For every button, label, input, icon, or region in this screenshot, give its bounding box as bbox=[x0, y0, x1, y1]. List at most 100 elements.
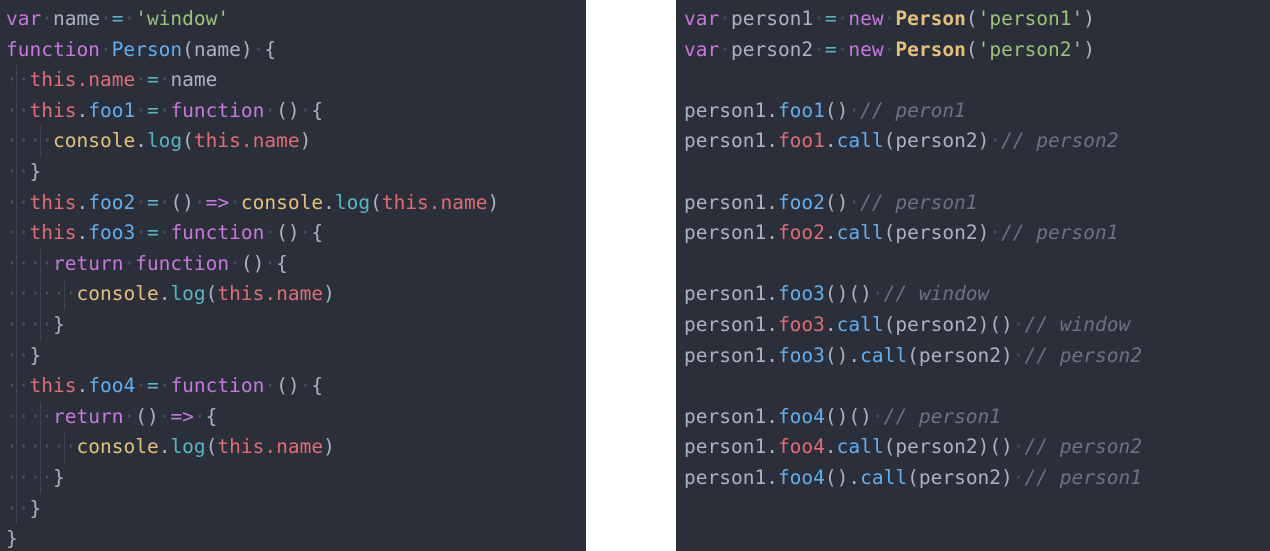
indent-guide bbox=[40, 126, 41, 157]
method-log: log bbox=[334, 190, 371, 214]
parens-empty: () bbox=[276, 98, 300, 122]
property-foo1: foo1 bbox=[88, 98, 136, 122]
dot: . bbox=[824, 221, 837, 245]
identifier-console: console bbox=[240, 190, 324, 214]
operator-equals: = bbox=[146, 190, 159, 214]
whitespace-dot: · bbox=[135, 221, 147, 245]
method-call: call bbox=[860, 465, 908, 489]
comment-peron1: // peron1 bbox=[860, 98, 966, 122]
code-line: ······console.log(this.name) bbox=[6, 279, 586, 310]
dot: . bbox=[428, 190, 441, 214]
keyword-function: function bbox=[170, 221, 265, 245]
identifier-console: console bbox=[76, 282, 159, 306]
string-person2: 'person2' bbox=[977, 37, 1084, 61]
operator-equals: = bbox=[824, 37, 837, 61]
whitespace-dot: · bbox=[158, 98, 171, 122]
indent-guide bbox=[64, 279, 65, 310]
whitespace-dot: · bbox=[17, 98, 30, 122]
dot: . bbox=[824, 129, 837, 153]
operator-equals: = bbox=[146, 98, 159, 122]
code-line: ····return·()·=>·{ bbox=[6, 401, 586, 433]
identifier-person1: person1 bbox=[684, 221, 767, 245]
identifier-person1: person1 bbox=[684, 129, 767, 153]
code-line: } bbox=[6, 524, 586, 551]
indent-guide bbox=[16, 462, 17, 494]
indent-guide bbox=[64, 432, 65, 463]
property-foo2: foo2 bbox=[777, 221, 825, 245]
code-line: ··this.name·=·name bbox=[6, 65, 586, 96]
dot: . bbox=[766, 312, 778, 336]
whitespace-dot: · bbox=[135, 98, 147, 122]
paren-close: ) bbox=[240, 37, 253, 61]
identifier-person1: person1 bbox=[684, 465, 767, 489]
keyword-function: function bbox=[135, 251, 230, 275]
identifier-person2: person2 bbox=[895, 312, 978, 336]
whitespace-dot: · bbox=[264, 251, 277, 275]
operator-equals: = bbox=[146, 374, 159, 398]
whitespace-dot: · bbox=[123, 251, 136, 275]
indent-guide bbox=[16, 432, 17, 463]
whitespace-dot: · bbox=[1012, 312, 1025, 336]
keyword-var: var bbox=[684, 37, 720, 61]
keyword-this: this bbox=[29, 374, 77, 398]
whitespace-dot: · bbox=[53, 282, 65, 306]
right-code-pane[interactable]: var·person1·=·new·Person('person1') var·… bbox=[676, 0, 1270, 551]
parens-empty: () bbox=[276, 374, 300, 398]
comment-person2: // person2 bbox=[1024, 343, 1142, 367]
left-code-pane[interactable]: var·name·=·'window' function·Person(name… bbox=[0, 0, 586, 551]
code-line: ······console.log(this.name) bbox=[6, 432, 586, 463]
whitespace-dot: · bbox=[264, 374, 277, 398]
method-call-foo4: foo4 bbox=[777, 465, 825, 489]
identifier-person2: person2 bbox=[895, 221, 978, 245]
indent-guide bbox=[16, 279, 17, 310]
indent-guide bbox=[16, 156, 17, 188]
function-name-person: Person bbox=[111, 37, 183, 61]
paren-close: ) bbox=[323, 435, 335, 459]
whitespace-dot: · bbox=[17, 312, 30, 336]
whitespace-dot: · bbox=[17, 68, 30, 92]
paren-close: ) bbox=[1001, 465, 1013, 489]
whitespace-dot: · bbox=[41, 312, 53, 336]
method-call-foo3: foo3 bbox=[777, 282, 825, 306]
dot: . bbox=[158, 282, 171, 306]
method-log: log bbox=[170, 282, 206, 306]
indent-guide bbox=[16, 218, 17, 249]
parens-empty: () bbox=[135, 404, 159, 428]
whitespace-dot: · bbox=[123, 7, 136, 30]
property-name: name bbox=[276, 435, 324, 459]
indent-guide bbox=[16, 126, 17, 157]
indent-guide bbox=[16, 65, 17, 96]
keyword-return: return bbox=[53, 404, 124, 428]
dot: . bbox=[158, 435, 171, 459]
indent-guide bbox=[16, 493, 17, 525]
parens-empty: () bbox=[824, 282, 849, 306]
pane-divider-gap bbox=[586, 0, 676, 551]
paren-open: ( bbox=[965, 37, 978, 61]
whitespace-dot: · bbox=[135, 68, 147, 92]
brace-close: } bbox=[29, 343, 42, 367]
property-name: name bbox=[88, 68, 136, 92]
whitespace-dot: · bbox=[299, 221, 312, 245]
code-line: ····return·function·()·{ bbox=[6, 248, 586, 280]
identifier-person2: person2 bbox=[730, 37, 814, 61]
whitespace-dot: · bbox=[17, 496, 30, 520]
code-line: ··} bbox=[6, 340, 586, 372]
dot: . bbox=[264, 435, 277, 459]
whitespace-dot: · bbox=[719, 7, 731, 30]
paren-open: ( bbox=[182, 37, 194, 61]
dot: . bbox=[766, 129, 778, 153]
method-call: call bbox=[836, 312, 884, 336]
keyword-this: this bbox=[217, 435, 265, 459]
whitespace-dot: · bbox=[17, 221, 30, 245]
property-name: name bbox=[252, 129, 300, 153]
property-foo4: foo4 bbox=[88, 374, 136, 398]
whitespace-dot: · bbox=[41, 435, 53, 459]
identifier-person2: person2 bbox=[895, 129, 978, 153]
whitespace-dot: · bbox=[813, 37, 825, 61]
keyword-new: new bbox=[848, 7, 884, 30]
dot: . bbox=[323, 190, 335, 214]
identifier-console: console bbox=[53, 129, 136, 153]
brace-close: } bbox=[6, 527, 18, 551]
dot: . bbox=[76, 98, 89, 122]
